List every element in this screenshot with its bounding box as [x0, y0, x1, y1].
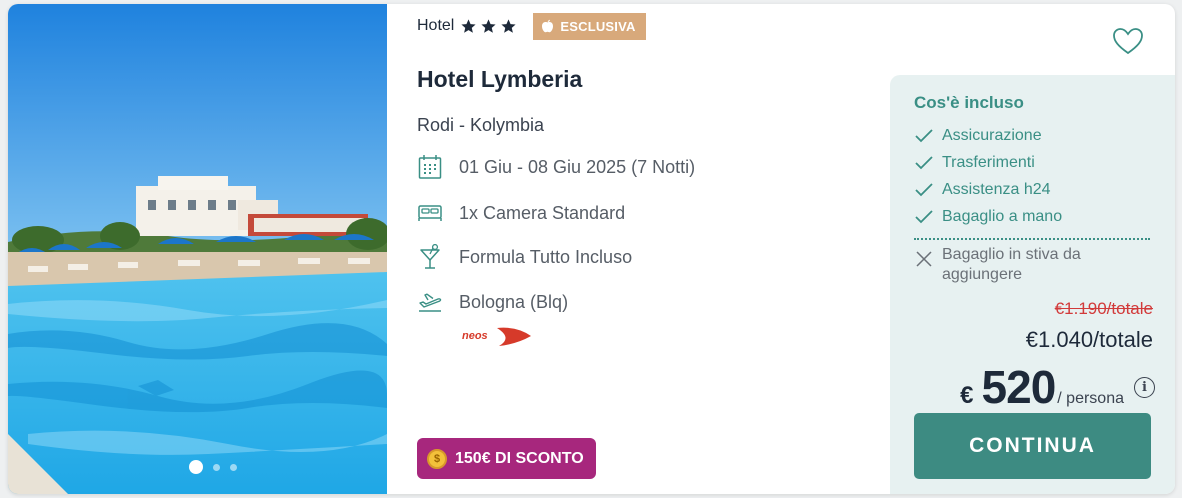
check-icon: [915, 128, 933, 142]
per-person-unit: / persona: [1057, 390, 1124, 407]
included-title: Cos'è incluso: [914, 93, 1024, 112]
coin-icon: $: [427, 448, 447, 469]
old-total-price: €1.190/totale: [1054, 299, 1153, 318]
dates-text: 01 Giu - 08 Giu 2025 (7 Notti): [459, 156, 696, 177]
exclusive-badge: ESCLUSIVA: [533, 12, 646, 40]
included-item: Trasferimenti: [914, 149, 1062, 176]
hotel-location: Rodi - Kolymbia: [417, 115, 545, 135]
included-item: Bagaglio a mano: [914, 203, 1062, 230]
star-icon: [461, 18, 476, 33]
star-icon: [481, 18, 496, 33]
gallery-dots: [189, 460, 237, 474]
board-row: Formula Tutto Incluso: [417, 244, 632, 270]
included-item-label: Assistenza h24: [942, 180, 1051, 198]
gallery-dot-active[interactable]: [189, 460, 203, 474]
info-icon[interactable]: i: [1134, 376, 1155, 398]
currency-symbol: €: [960, 382, 974, 409]
total-price: €1.040/totale: [1025, 327, 1153, 352]
check-icon: [915, 155, 933, 169]
hotel-category-label: Hotel: [417, 17, 455, 34]
departure-row: Bologna (Blq): [417, 289, 568, 315]
heart-icon[interactable]: [1112, 26, 1144, 56]
discount-label: 150€ DI SCONTO: [455, 449, 584, 467]
check-icon: [915, 182, 933, 196]
calendar-icon: [417, 154, 443, 180]
close-icon: [916, 251, 932, 267]
per-person-price: € 520 / persona i: [960, 360, 1155, 414]
included-item-label: Bagaglio a mano: [942, 207, 1063, 225]
included-item: Assistenza h24: [914, 176, 1062, 203]
hotel-info: Hotel ESCLUSIVA Hotel Lymberia Rodi - Ko…: [417, 4, 887, 494]
airline-logo-text: neos: [462, 330, 488, 342]
excluded-item-label: Bagaglio in stiva da aggiungere: [942, 246, 1081, 283]
hotel-category-row: Hotel ESCLUSIVA: [417, 12, 646, 40]
gallery-dot[interactable]: [213, 463, 220, 471]
departure-text: Bologna (Blq): [459, 291, 569, 312]
continue-button[interactable]: CONTINUA: [914, 413, 1151, 479]
included-item-label: Trasferimenti: [942, 153, 1035, 171]
exclusive-badge-label: ESCLUSIVA: [560, 18, 636, 34]
apple-icon: [542, 19, 554, 33]
plane-departure-icon: [417, 289, 443, 315]
check-icon: [915, 209, 933, 223]
room-text: 1x Camera Standard: [459, 202, 626, 223]
discount-badge: $ 150€ DI SCONTO: [417, 438, 596, 479]
per-person-value: 520: [981, 361, 1057, 413]
cocktail-icon: [417, 244, 443, 270]
bed-icon: [417, 200, 443, 226]
included-item: Assicurazione: [914, 122, 1062, 149]
hotel-offer-card[interactable]: Hotel ESCLUSIVA Hotel Lymberia Rodi - Ko…: [8, 4, 1175, 494]
star-icon: [501, 18, 516, 33]
hotel-name[interactable]: Hotel Lymberia: [417, 66, 582, 93]
board-text: Formula Tutto Incluso: [459, 246, 633, 267]
included-item-label: Assicurazione: [942, 126, 1042, 144]
dates-row: 01 Giu - 08 Giu 2025 (7 Notti): [417, 154, 695, 180]
gallery-dot[interactable]: [230, 463, 237, 471]
price-panel: Cos'è incluso Assicurazione Trasferiment…: [890, 75, 1175, 494]
divider: [914, 238, 1150, 240]
hotel-photo[interactable]: [8, 4, 387, 494]
excluded-item: Bagaglio in stiva da aggiungere: [914, 245, 1122, 285]
airline-logo: neos: [461, 324, 533, 353]
room-row: 1x Camera Standard: [417, 200, 625, 226]
hotel-photo-image: [8, 4, 387, 494]
included-list: Assicurazione Trasferimenti Assistenza h…: [914, 122, 1062, 230]
star-rating: [460, 18, 517, 35]
